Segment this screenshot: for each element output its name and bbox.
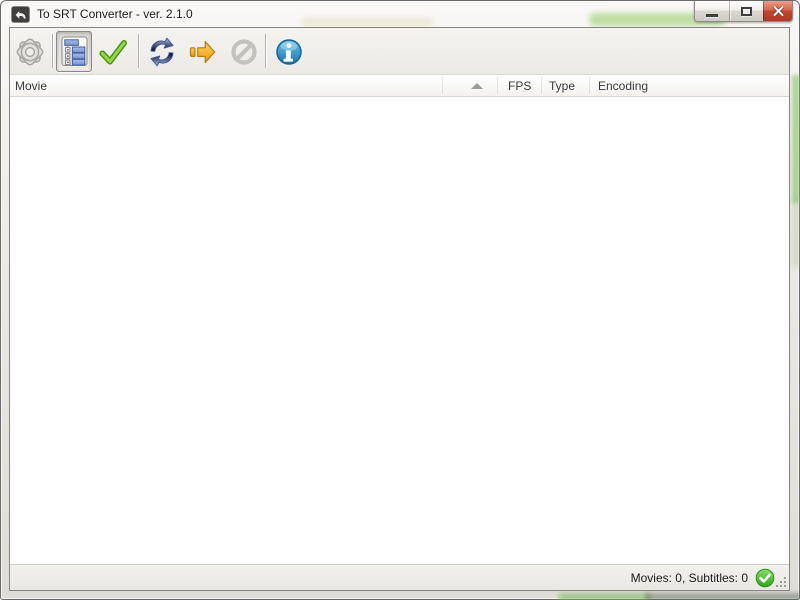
orange-arrow-icon xyxy=(189,40,216,63)
toolbar-separator xyxy=(138,34,139,68)
screen: To SRT Converter - ver. 2.1.0 Movie FPS … xyxy=(0,0,800,600)
status-text: Movies: 0, Subtitles: 0 xyxy=(630,570,748,585)
frame-glass-smear xyxy=(792,197,800,267)
table-header: Movie FPS Type Encoding xyxy=(10,75,789,97)
movie-list-body[interactable] xyxy=(10,97,789,564)
settings-button[interactable] xyxy=(13,33,47,70)
frame-glass-smear xyxy=(559,593,651,600)
titlebar[interactable]: To SRT Converter - ver. 2.1.0 xyxy=(1,1,799,27)
green-check-icon xyxy=(99,39,127,64)
info-icon xyxy=(276,38,302,65)
toolbar xyxy=(10,28,789,75)
refresh-button[interactable] xyxy=(145,33,179,70)
close-button[interactable] xyxy=(763,1,792,21)
maximize-square-icon xyxy=(741,6,752,16)
frame-glass-smear xyxy=(645,593,800,600)
cancel-button[interactable] xyxy=(227,33,261,70)
resize-grip[interactable] xyxy=(784,585,786,587)
minimize-dash-icon xyxy=(706,13,718,17)
header-divider xyxy=(442,77,443,94)
sort-ascending-icon xyxy=(471,83,483,89)
toolbar-separator xyxy=(265,34,266,68)
about-button[interactable] xyxy=(272,33,306,70)
header-divider xyxy=(541,77,542,94)
validate-button[interactable] xyxy=(96,33,130,70)
frame-glass-smear xyxy=(792,75,800,203)
maximize-button[interactable] xyxy=(729,1,763,21)
column-header-encoding[interactable]: Encoding xyxy=(598,79,648,93)
view-list-toggle-button[interactable] xyxy=(56,31,92,72)
toolbar-separator xyxy=(52,34,53,68)
minimize-button[interactable] xyxy=(695,1,729,21)
column-header-fps[interactable]: FPS xyxy=(508,79,531,93)
tree-list-icon xyxy=(61,36,87,66)
app-window: To SRT Converter - ver. 2.1.0 Movie FPS … xyxy=(0,0,800,600)
convert-button[interactable] xyxy=(185,33,219,70)
curved-arrow-glyph xyxy=(15,11,26,19)
status-ok-icon xyxy=(755,568,775,588)
header-divider xyxy=(497,77,498,94)
blocked-circle-icon xyxy=(231,38,257,65)
window-controls xyxy=(694,1,793,22)
column-header-movie[interactable]: Movie xyxy=(15,79,47,93)
refresh-arrows-icon xyxy=(150,37,174,66)
window-title: To SRT Converter - ver. 2.1.0 xyxy=(37,7,193,21)
close-x-icon xyxy=(772,6,784,16)
client-area: Movie FPS Type Encoding Movies: 0, Subti… xyxy=(9,27,790,591)
column-header-type[interactable]: Type xyxy=(549,79,575,93)
status-bar: Movies: 0, Subtitles: 0 xyxy=(10,564,789,590)
app-curved-arrow-icon[interactable] xyxy=(11,6,30,23)
gear-icon xyxy=(16,38,44,65)
header-divider xyxy=(589,77,590,94)
